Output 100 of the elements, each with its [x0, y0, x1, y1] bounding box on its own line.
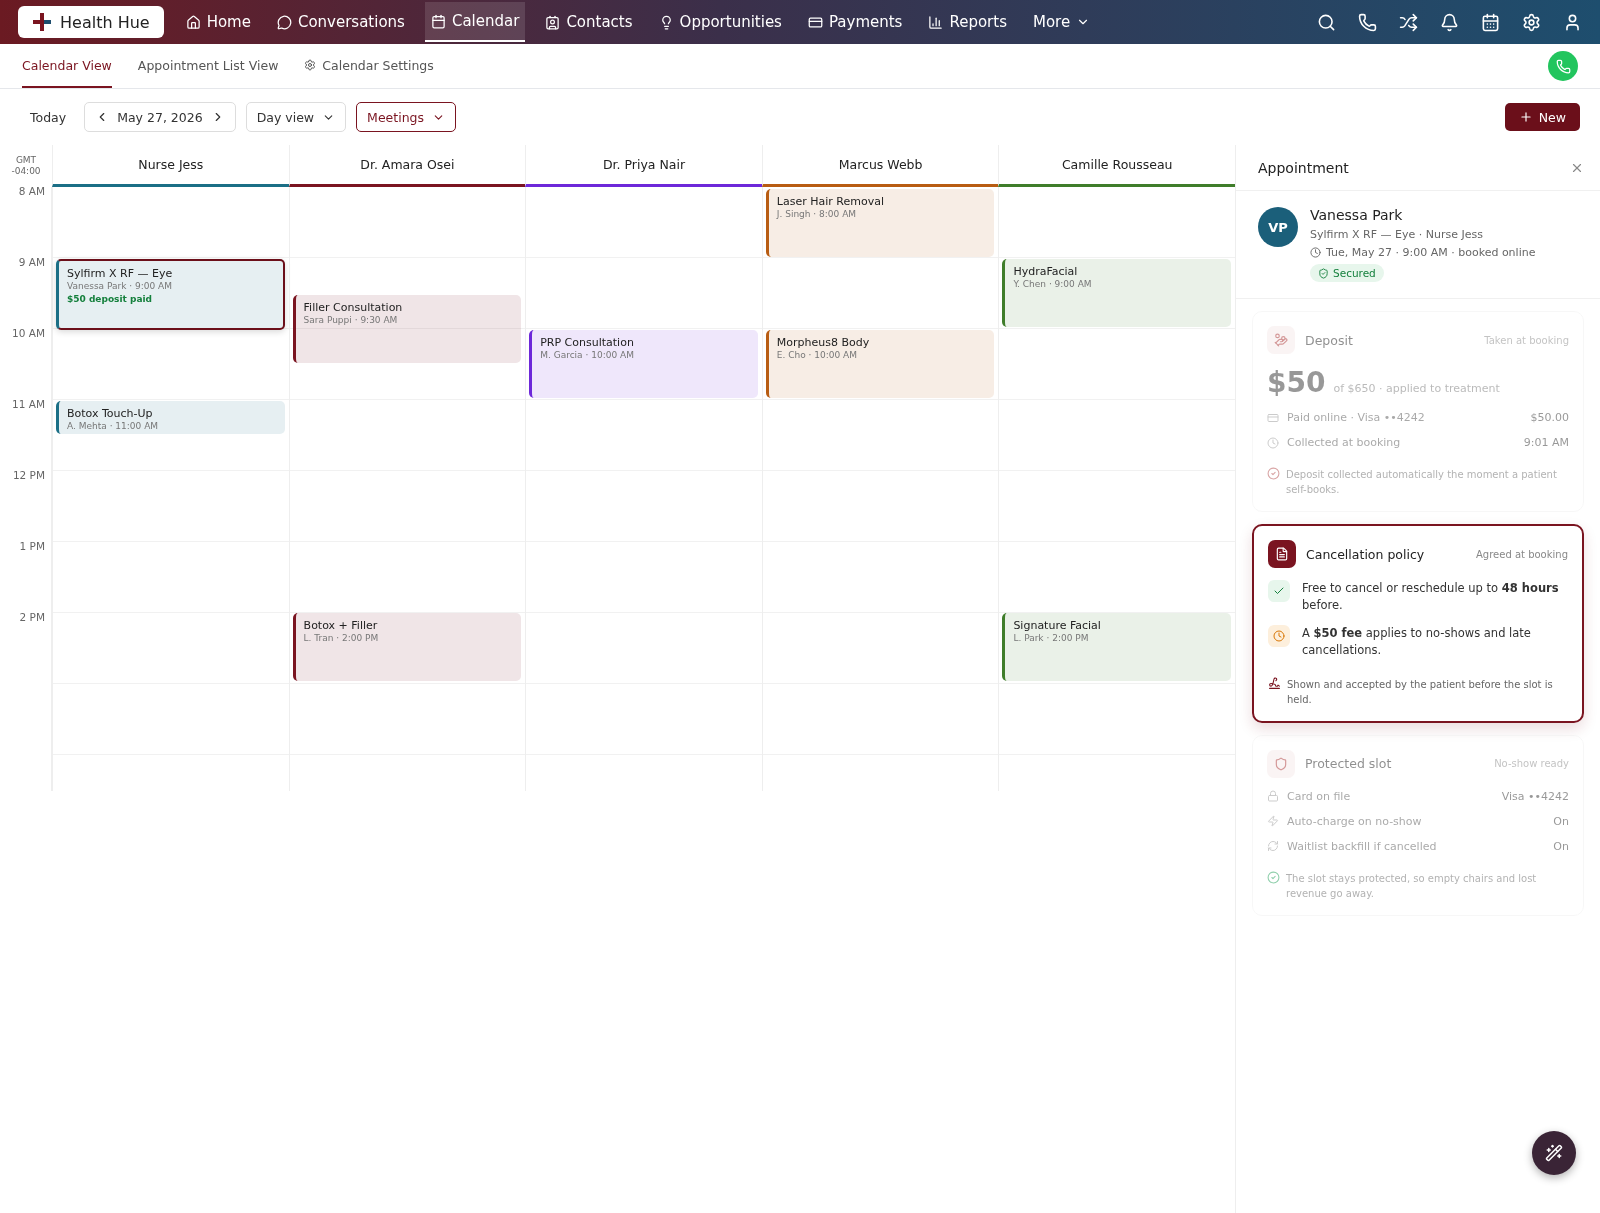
nav-item[interactable]: Payments	[801, 2, 909, 42]
nav-item[interactable]: Conversations	[270, 2, 411, 42]
check-circle-icon	[1267, 870, 1280, 884]
phone-icon[interactable]	[1358, 12, 1377, 32]
service-line: Sylfirm X RF — Eye · Nurse Jess	[1310, 228, 1484, 241]
appointment-title: Sylfirm X RF — Eye	[67, 267, 174, 280]
appointment-block[interactable]: Filler Consultation Sara Puppi · 9:30 AM	[292, 295, 522, 363]
nav-item[interactable]: Calendar	[424, 2, 526, 42]
refresh-icon	[1267, 840, 1279, 853]
hand-coin-icon	[1274, 333, 1288, 347]
home-icon	[185, 14, 201, 30]
column-header: Dr. Priya Nair	[525, 145, 762, 187]
bell-icon[interactable]	[1440, 12, 1459, 32]
row-value: On	[1553, 814, 1569, 828]
row-value: Visa ••4242	[1501, 789, 1569, 803]
appointment-block[interactable]: Signature Facial L. Park · 2:00 PM	[1002, 613, 1231, 681]
magic-wand-icon	[1545, 1144, 1563, 1162]
appointment-block[interactable]: Laser Hair Removal J. Singh · 8:00 AM	[765, 189, 995, 257]
appointment-title: Laser Hair Removal	[776, 195, 885, 208]
appointment-detail: L. Tran · 2:00 PM	[303, 633, 380, 643]
appointment-block[interactable]: HydraFacial Y. Chen · 9:00 AM	[1002, 259, 1231, 327]
card-title: Cancellation policy	[1306, 546, 1425, 562]
appointment-block[interactable]: PRP Consultation M. Garcia · 10:00 AM	[529, 330, 758, 398]
magic-wand-button[interactable]	[1532, 1131, 1576, 1175]
row-label: Auto-charge on no-show	[1287, 814, 1423, 828]
signature-icon	[1268, 676, 1281, 690]
today-button[interactable]: Today	[22, 109, 75, 125]
clock-icon	[1273, 630, 1285, 643]
card-icon	[1267, 411, 1279, 424]
card-title: Protected slot	[1305, 756, 1392, 772]
search-icon[interactable]	[1317, 12, 1336, 32]
row-label: Collected at booking	[1287, 436, 1402, 449]
date-picker[interactable]: May 27, 2026	[84, 102, 236, 132]
nav-item[interactable]: Home	[179, 2, 257, 42]
appointment-title: PRP Consultation	[540, 336, 635, 349]
document-icon	[1275, 547, 1289, 561]
brand-name: Health Hue	[60, 12, 150, 32]
settings-icon	[304, 59, 317, 71]
meetings-filter[interactable]: Meetings	[356, 102, 456, 132]
card-title: Deposit	[1305, 332, 1353, 348]
calendar-icon[interactable]	[1481, 12, 1500, 32]
panel-title: Appointment	[1258, 159, 1349, 176]
nav-item[interactable]: Contacts	[539, 2, 639, 42]
calendar-icon	[430, 13, 446, 29]
phone-icon	[1555, 58, 1571, 74]
patient-name: Vanessa Park	[1310, 207, 1404, 223]
nav-item[interactable]: More	[1026, 2, 1097, 42]
hour-label: 8 AM	[18, 185, 45, 197]
row-label: Paid online · Visa ••4242	[1287, 411, 1426, 424]
appointment-detail: Vanessa Park · 9:00 AM	[67, 281, 173, 291]
row-value: 9:01 AM	[1523, 436, 1569, 449]
deposit-amount: $50	[1267, 366, 1326, 399]
user-icon[interactable]	[1563, 12, 1582, 32]
row-value: $50.00	[1530, 411, 1569, 424]
nav-item[interactable]: Reports	[922, 2, 1013, 42]
credit-card-icon	[807, 14, 823, 30]
appointment-block[interactable]: Sylfirm X RF — Eye Vanessa Park · 9:00 AM $50 deposit paid	[56, 259, 285, 330]
appointment-title: Filler Consultation	[303, 301, 404, 314]
appointment-detail: M. Garcia · 10:00 AM	[540, 350, 635, 360]
view-tab[interactable]: Appointment List View	[137, 44, 279, 88]
appointment-block[interactable]: Botox Touch-Up A. Mehta · 11:00 AM	[56, 401, 285, 434]
clock-icon	[1310, 247, 1321, 258]
shield-icon	[1318, 267, 1329, 279]
lock-icon	[1267, 790, 1279, 803]
view-dropdown[interactable]: Day view	[245, 102, 347, 132]
nav-item[interactable]: Opportunities	[652, 2, 788, 42]
column-header: Nurse Jess	[52, 145, 289, 187]
card-footer: Shown and accepted by the patient before the slot is held.	[1287, 676, 1568, 707]
hour-label: 9 AM	[18, 256, 45, 268]
appointment-detail: E. Cho · 10:00 AM	[776, 350, 858, 360]
appointment-block[interactable]: Morpheus8 Body E. Cho · 10:00 AM	[765, 330, 995, 398]
shuffle-icon[interactable]	[1399, 12, 1418, 32]
row-label: Card on file	[1287, 789, 1352, 803]
brand-logo[interactable]: Health Hue	[18, 6, 164, 38]
appointment-title: Signature Facial	[1013, 619, 1102, 632]
hour-label: 10 AM	[12, 327, 45, 339]
hour-label: 12 PM	[12, 469, 45, 481]
appointment-title: Botox + Filler	[303, 619, 379, 632]
new-button[interactable]: New	[1504, 103, 1580, 131]
appointment-detail: J. Singh · 8:00 AM	[776, 209, 858, 219]
row-label: Waitlist backfill if cancelled	[1287, 839, 1438, 853]
clock-icon	[1267, 436, 1279, 449]
policy-text: A $50 fee applies to no-shows and late cancellations.	[1302, 625, 1532, 659]
shield-icon	[1274, 756, 1288, 771]
appointment-block[interactable]: Botox + Filler L. Tran · 2:00 PM	[292, 613, 522, 681]
appointment-title: HydraFacial	[1013, 265, 1079, 278]
column-header: Dr. Amara Osei	[288, 145, 526, 187]
appointment-detail: L. Park · 2:00 PM	[1013, 633, 1090, 643]
lightning-icon	[1267, 815, 1279, 828]
column-header: Marcus Webb	[761, 145, 999, 187]
view-tab[interactable]: Calendar View	[22, 44, 112, 88]
appointment-title: Morpheus8 Body	[776, 336, 871, 349]
secured-badge: Secured	[1310, 264, 1384, 282]
chat-bubble-icon	[276, 14, 292, 30]
amount-detail: of $650 · applied to treatment	[1333, 382, 1500, 395]
appointment-detail: Sara Puppi · 9:30 AM	[303, 315, 399, 325]
settings-icon[interactable]	[1522, 12, 1541, 32]
view-tab[interactable]: Calendar Settings	[304, 44, 434, 88]
check-circle-icon	[1267, 467, 1280, 480]
plus-icon	[1518, 110, 1533, 124]
